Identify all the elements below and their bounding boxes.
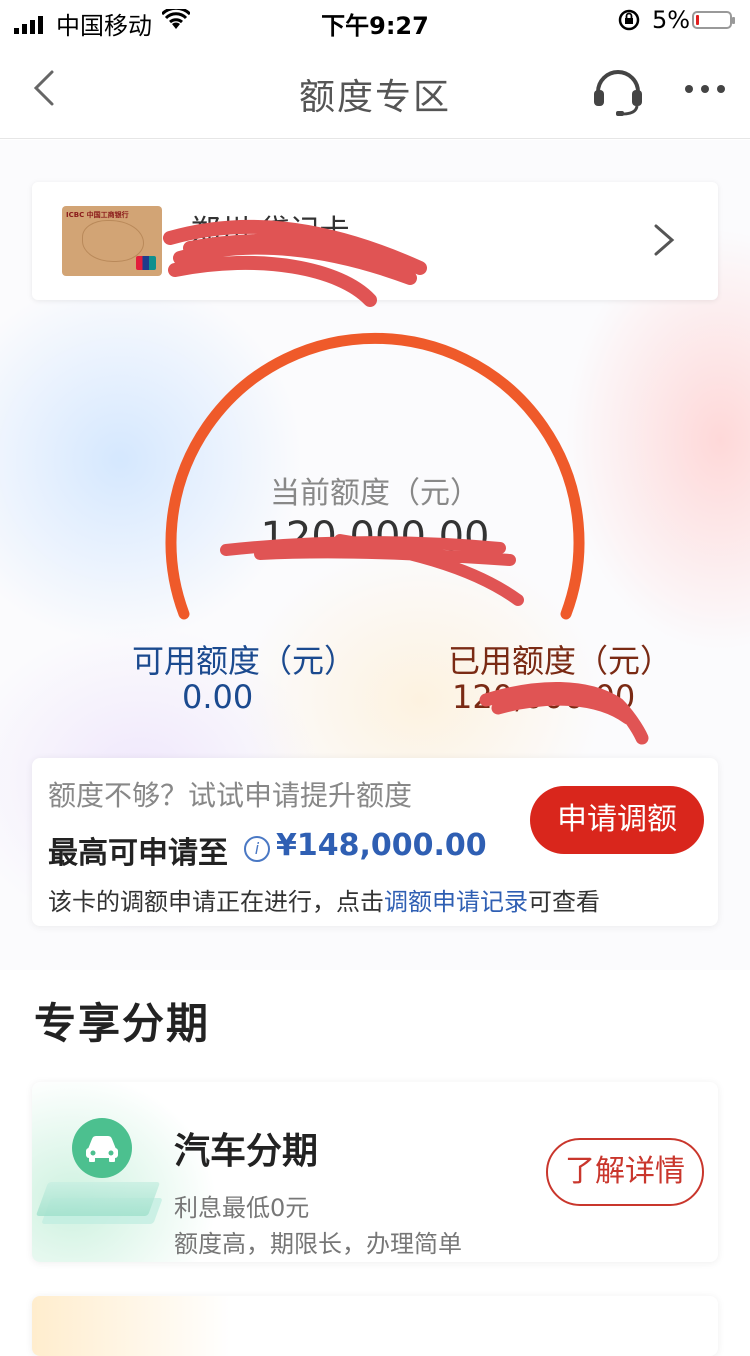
status-bar: 中国移动 下午9:27 5% (0, 0, 750, 40)
battery-percent: 5% (652, 6, 691, 34)
installment-card-next[interactable] (32, 1296, 718, 1356)
nav-bar: 额度专区 (0, 40, 750, 139)
battery-icon (692, 11, 735, 29)
limit-increase-prompt: 额度不够？试试申请提升额度 (48, 779, 413, 812)
installment-feature-1: 利息最低0元 (174, 1194, 310, 1222)
headset-icon (594, 70, 642, 116)
application-note: 该卡的调额申请正在进行，点击调额申请记录可查看 (48, 882, 600, 917)
limit-increase-panel: 额度不够？试试申请提升额度 最高可申请至 i ¥148,000.00 申请调额 … (32, 758, 718, 926)
current-limit-value: 120,000.00 (260, 514, 490, 560)
bank-card-image: ICBC 中国工商银行 (62, 206, 162, 276)
card-name: 郑州 贷记卡 (190, 214, 350, 249)
apply-adjust-button[interactable]: 申请调额 (530, 786, 704, 854)
note-text: 该卡的调额申请正在进行，点击 (48, 888, 384, 916)
more-button[interactable] (684, 80, 726, 99)
car-icon (72, 1118, 132, 1178)
rotation-lock-icon (618, 9, 640, 37)
note-text-suffix: 可查看 (528, 888, 600, 916)
used-limit-value: 120,000.00 (452, 678, 636, 716)
installment-card[interactable]: 汽车分期 利息最低0元 额度高，期限长，办理简单 了解详情 (32, 1082, 718, 1262)
learn-more-button[interactable]: 了解详情 (546, 1138, 704, 1206)
customer-service-button[interactable] (592, 66, 644, 120)
available-limit-label: 可用额度（元） (132, 642, 357, 680)
unionpay-logo (136, 256, 156, 270)
max-apply-amount: ¥148,000.00 (276, 828, 487, 863)
used-limit-label: 已用额度（元） (448, 642, 673, 680)
chevron-right-icon (650, 220, 678, 264)
section-title: 专享分期 (34, 999, 211, 1048)
current-limit-label: 当前额度（元） (270, 476, 480, 511)
card-selector[interactable]: ICBC 中国工商银行 郑州 贷记卡 (32, 182, 718, 300)
card-bank-mark: ICBC 中国工商银行 (66, 211, 129, 219)
ellipsis-icon (685, 85, 725, 93)
available-limit-value: 0.00 (182, 678, 254, 716)
installment-name: 汽车分期 (174, 1131, 319, 1172)
adjust-record-link[interactable]: 调额申请记录 (384, 888, 528, 916)
info-icon[interactable]: i (244, 836, 270, 862)
installment-feature-2: 额度高，期限长，办理简单 (174, 1230, 462, 1258)
max-apply-label: 最高可申请至 (48, 836, 228, 871)
